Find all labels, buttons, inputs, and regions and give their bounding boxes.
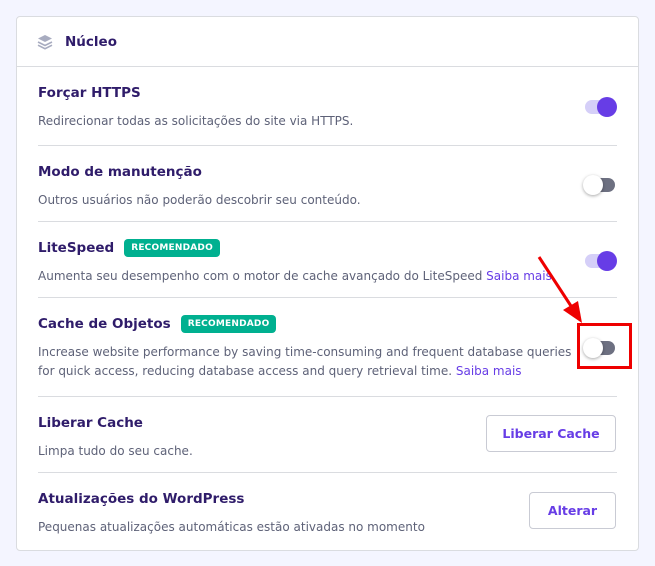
annotation-arrow-icon — [537, 256, 582, 323]
annotation-highlight-box — [577, 323, 632, 369]
